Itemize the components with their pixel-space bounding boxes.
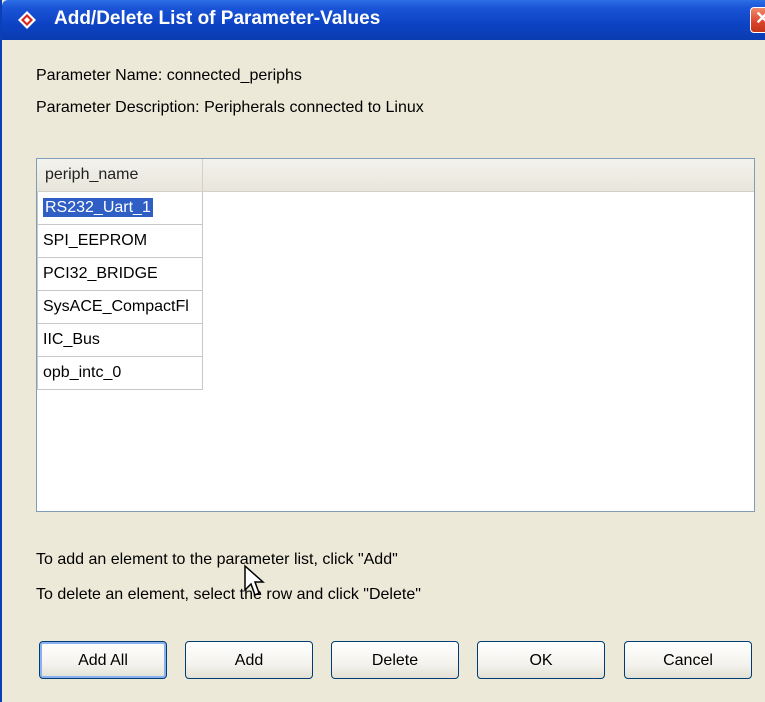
- table-rows: RS232_Uart_1 SPI_EEPROM PCI32_BRIDGE Sys…: [37, 192, 204, 390]
- parameter-name-label: Parameter Name: connected_periphs: [36, 67, 302, 84]
- values-table[interactable]: periph_name RS232_Uart_1 SPI_EEPROM PCI3…: [36, 158, 755, 512]
- parameter-description-label: Parameter Description: Peripherals conne…: [36, 99, 424, 116]
- ok-button[interactable]: OK: [477, 641, 605, 679]
- mouse-pointer-icon: [244, 564, 265, 597]
- table-row[interactable]: IIC_Bus: [37, 324, 203, 357]
- column-header-periph-name[interactable]: periph_name: [37, 159, 203, 191]
- close-button[interactable]: ✕: [750, 7, 765, 33]
- delete-button[interactable]: Delete: [331, 641, 459, 679]
- window-title: Add/Delete List of Parameter-Values: [54, 8, 381, 29]
- table-row[interactable]: opb_intc_0: [37, 357, 203, 390]
- help-add-text: To add an element to the parameter list,…: [36, 551, 398, 568]
- add-button[interactable]: Add: [185, 641, 313, 679]
- close-icon: ✕: [755, 8, 765, 28]
- table-row[interactable]: SysACE_CompactFl: [37, 291, 203, 324]
- table-row[interactable]: PCI32_BRIDGE: [37, 258, 203, 291]
- title-bar[interactable]: Add/Delete List of Parameter-Values ✕: [2, 0, 765, 40]
- table-row[interactable]: RS232_Uart_1: [37, 192, 203, 225]
- help-delete-text: To delete an element, select the row and…: [36, 586, 421, 603]
- table-row[interactable]: SPI_EEPROM: [37, 225, 203, 258]
- dialog-window: Add/Delete List of Parameter-Values ✕ Pa…: [0, 0, 765, 702]
- add-all-button[interactable]: Add All: [39, 641, 167, 679]
- table-header: periph_name: [37, 159, 754, 192]
- cancel-button[interactable]: Cancel: [624, 641, 752, 679]
- app-logo-icon: [18, 11, 36, 29]
